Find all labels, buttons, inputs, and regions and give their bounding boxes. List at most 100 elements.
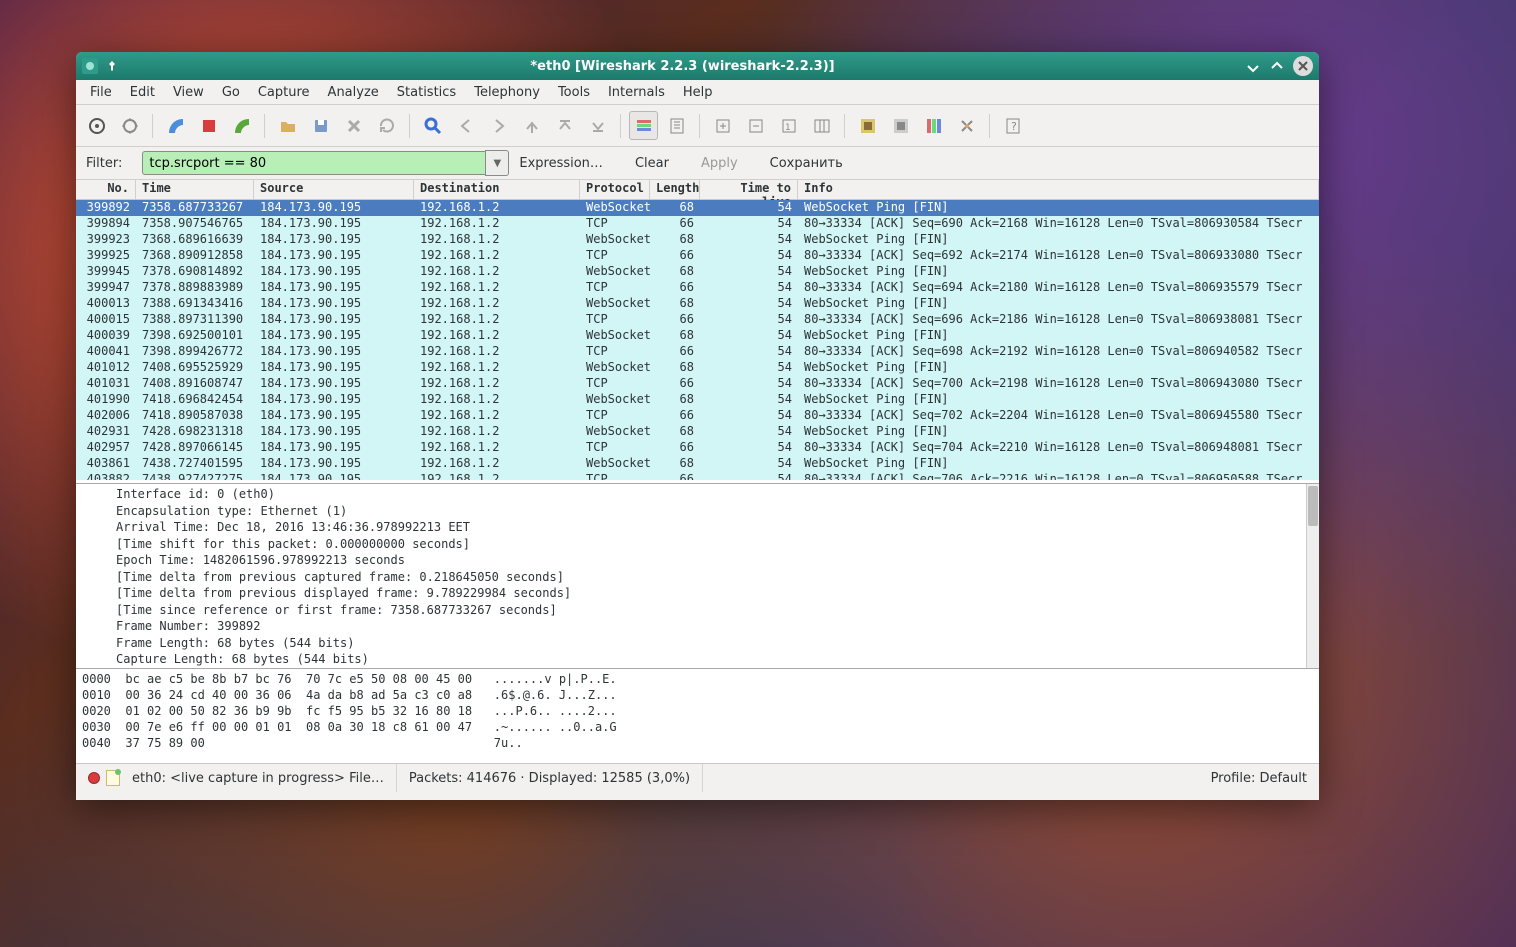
menu-telephony[interactable]: Telephony — [466, 83, 548, 102]
close-file-icon[interactable] — [339, 111, 368, 140]
detail-line[interactable]: Arrival Time: Dec 18, 2016 13:46:36.9789… — [116, 519, 1319, 536]
packet-row[interactable]: 4000157388.897311390184.173.90.195192.16… — [76, 312, 1319, 328]
display-filters-icon[interactable] — [886, 111, 915, 140]
menu-statistics[interactable]: Statistics — [389, 83, 464, 102]
packet-row[interactable]: 4029317428.698231318184.173.90.195192.16… — [76, 424, 1319, 440]
detail-line[interactable]: Epoch Time: 1482061596.978992213 seconds — [116, 552, 1319, 569]
col-time[interactable]: Time — [136, 180, 254, 199]
packet-row[interactable]: 4029577428.897066145184.173.90.195192.16… — [76, 440, 1319, 456]
packet-row[interactable]: 4038617438.727401595184.173.90.195192.16… — [76, 456, 1319, 472]
col-no[interactable]: No. — [76, 180, 136, 199]
capture-filters-icon[interactable] — [853, 111, 882, 140]
menu-internals[interactable]: Internals — [600, 83, 673, 102]
go-last-icon[interactable] — [583, 111, 612, 140]
col-info[interactable]: Info — [798, 180, 1319, 199]
col-len[interactable]: Length — [650, 180, 700, 199]
col-dst[interactable]: Destination — [414, 180, 580, 199]
packet-row[interactable]: 3999237368.689616639184.173.90.195192.16… — [76, 232, 1319, 248]
menu-file[interactable]: File — [82, 83, 120, 102]
zoom-reset-icon[interactable]: 1 — [774, 111, 803, 140]
detail-line[interactable]: [Time delta from previous captured frame… — [116, 569, 1319, 586]
coloring-rules-icon[interactable] — [919, 111, 948, 140]
packet-list-pane: No. Time Source Destination Protocol Len… — [76, 180, 1319, 484]
packet-row[interactable]: 3999257368.890912858184.173.90.195192.16… — [76, 248, 1319, 264]
status-bar: eth0: <live capture in progress> File… P… — [76, 763, 1319, 792]
col-ttl[interactable]: Time to live — [700, 180, 798, 199]
options-icon[interactable] — [115, 111, 144, 140]
toolbar: 1 ? — [76, 105, 1319, 147]
go-first-icon[interactable] — [550, 111, 579, 140]
preferences-icon[interactable] — [952, 111, 981, 140]
packet-row[interactable]: 4010127408.695525929184.173.90.195192.16… — [76, 360, 1319, 376]
open-icon[interactable] — [273, 111, 302, 140]
filter-input[interactable] — [142, 151, 485, 175]
save-filter-button[interactable]: Сохранить — [770, 156, 843, 171]
menu-help[interactable]: Help — [675, 83, 721, 102]
titlebar[interactable]: *eth0 [Wireshark 2.2.3 (wireshark-2.2.3)… — [76, 52, 1319, 80]
reload-icon[interactable] — [372, 111, 401, 140]
menu-capture[interactable]: Capture — [250, 83, 318, 102]
clear-button[interactable]: Clear — [635, 156, 669, 171]
detail-line[interactable]: Interface id: 0 (eth0) — [116, 486, 1319, 503]
go-back-icon[interactable] — [451, 111, 480, 140]
detail-line[interactable]: Frame Number: 399892 — [116, 618, 1319, 635]
apply-button[interactable]: Apply — [701, 156, 738, 171]
filterbar: Filter: ▼ Expression… Clear Apply Сохран… — [76, 147, 1319, 180]
packet-row[interactable]: 3998947358.907546765184.173.90.195192.16… — [76, 216, 1319, 232]
menubar: File Edit View Go Capture Analyze Statis… — [76, 80, 1319, 105]
detail-line[interactable]: [Time shift for this packet: 0.000000000… — [116, 536, 1319, 553]
minimize-icon[interactable] — [1245, 58, 1261, 74]
packet-row[interactable]: 4000137388.691343416184.173.90.195192.16… — [76, 296, 1319, 312]
stop-capture-icon[interactable] — [194, 111, 223, 140]
packet-list[interactable]: 3998927358.687733267184.173.90.195192.16… — [76, 200, 1319, 483]
menu-edit[interactable]: Edit — [122, 83, 163, 102]
status-profile[interactable]: Profile: Default — [1199, 764, 1319, 792]
packet-bytes-pane[interactable]: 0000 bc ae c5 be 8b b7 bc 76 70 7c e5 50… — [76, 669, 1319, 763]
col-proto[interactable]: Protocol — [580, 180, 650, 199]
go-forward-icon[interactable] — [484, 111, 513, 140]
menu-analyze[interactable]: Analyze — [320, 83, 387, 102]
restart-capture-icon[interactable] — [227, 111, 256, 140]
detail-line[interactable]: Encapsulation type: Ethernet (1) — [116, 503, 1319, 520]
menu-tools[interactable]: Tools — [550, 83, 598, 102]
detail-line[interactable]: [Time delta from previous displayed fram… — [116, 585, 1319, 602]
packet-row[interactable]: 4000417398.899426772184.173.90.195192.16… — [76, 344, 1319, 360]
pin-icon[interactable] — [104, 58, 120, 74]
zoom-in-icon[interactable] — [708, 111, 737, 140]
interfaces-icon[interactable] — [82, 111, 111, 140]
resize-columns-icon[interactable] — [807, 111, 836, 140]
detail-line[interactable]: [Time since reference or first frame: 73… — [116, 602, 1319, 619]
col-src[interactable]: Source — [254, 180, 414, 199]
packet-header[interactable]: No. Time Source Destination Protocol Len… — [76, 180, 1319, 200]
save-icon[interactable] — [306, 111, 335, 140]
status-capture[interactable]: eth0: <live capture in progress> File… — [76, 764, 397, 792]
find-icon[interactable] — [418, 111, 447, 140]
packet-row[interactable]: 3999477378.889883989184.173.90.195192.16… — [76, 280, 1319, 296]
menu-view[interactable]: View — [165, 83, 212, 102]
app-icon — [82, 58, 98, 74]
packet-row[interactable]: 4000397398.692500101184.173.90.195192.16… — [76, 328, 1319, 344]
menu-go[interactable]: Go — [214, 83, 248, 102]
packet-row[interactable]: 4020067418.890587038184.173.90.195192.16… — [76, 408, 1319, 424]
packet-row[interactable]: 4038827438.927427275184.173.90.195192.16… — [76, 472, 1319, 480]
zoom-out-icon[interactable] — [741, 111, 770, 140]
filter-dropdown-icon[interactable]: ▼ — [485, 150, 509, 176]
go-to-icon[interactable] — [517, 111, 546, 140]
detail-line[interactable]: Capture Length: 68 bytes (544 bits) — [116, 651, 1319, 668]
help-icon[interactable]: ? — [998, 111, 1027, 140]
autoscroll-icon[interactable] — [662, 111, 691, 140]
maximize-icon[interactable] — [1269, 58, 1285, 74]
details-scrollbar[interactable] — [1306, 484, 1319, 668]
packet-row[interactable]: 3999457378.690814892184.173.90.195192.16… — [76, 264, 1319, 280]
expression-button[interactable]: Expression… — [519, 156, 603, 171]
packet-row[interactable]: 3998927358.687733267184.173.90.195192.16… — [76, 200, 1319, 216]
annotate-icon[interactable] — [106, 770, 120, 786]
packet-row[interactable]: 4019907418.696842454184.173.90.195192.16… — [76, 392, 1319, 408]
detail-line[interactable]: Frame Length: 68 bytes (544 bits) — [116, 635, 1319, 652]
packet-row[interactable]: 4010317408.891608747184.173.90.195192.16… — [76, 376, 1319, 392]
close-icon[interactable] — [1293, 56, 1313, 76]
app-window: *eth0 [Wireshark 2.2.3 (wireshark-2.2.3)… — [76, 52, 1319, 800]
start-capture-icon[interactable] — [161, 111, 190, 140]
colorize-icon[interactable] — [629, 111, 658, 140]
packet-details-pane[interactable]: Interface id: 0 (eth0)Encapsulation type… — [76, 484, 1319, 669]
